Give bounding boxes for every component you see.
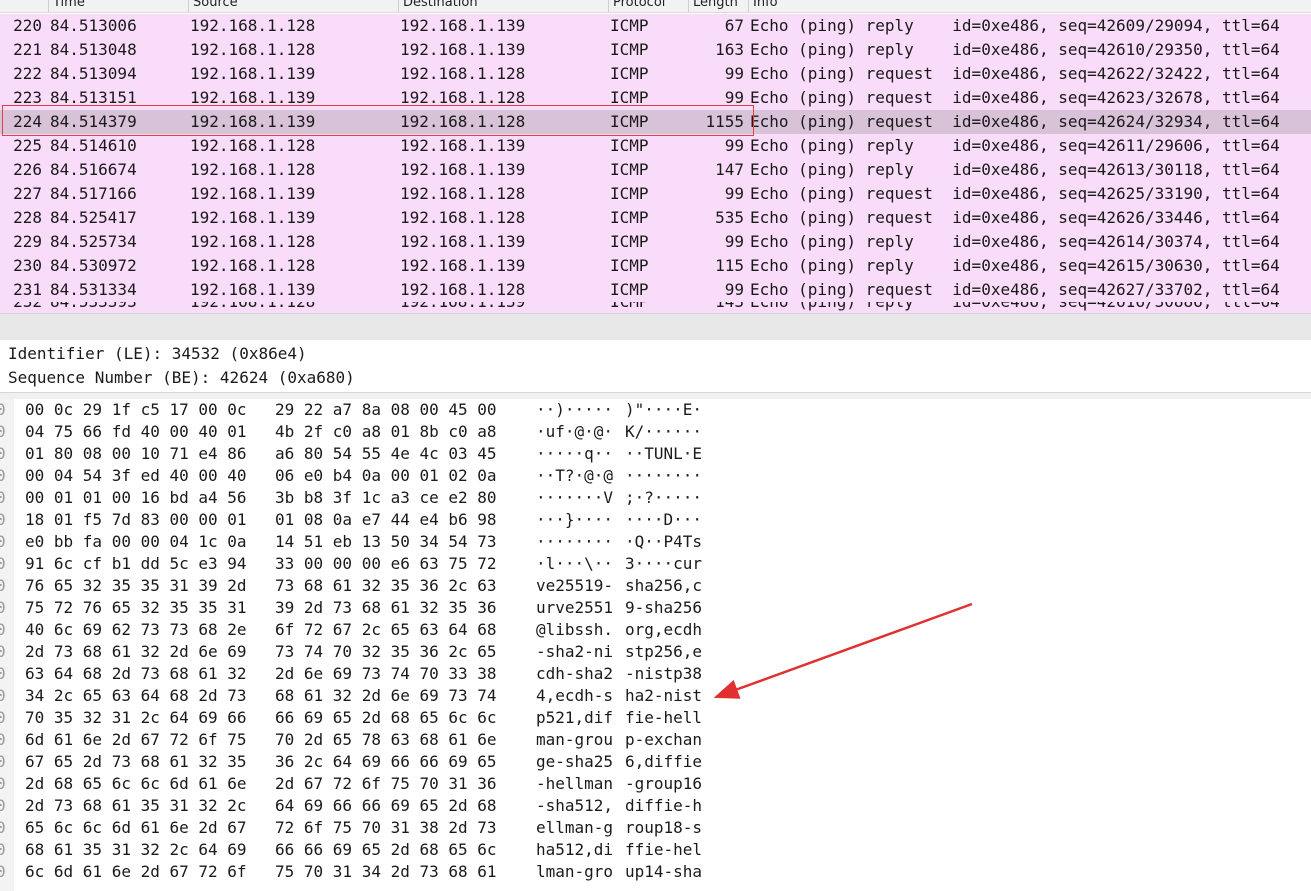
arrow-annotation-icon — [713, 602, 973, 699]
